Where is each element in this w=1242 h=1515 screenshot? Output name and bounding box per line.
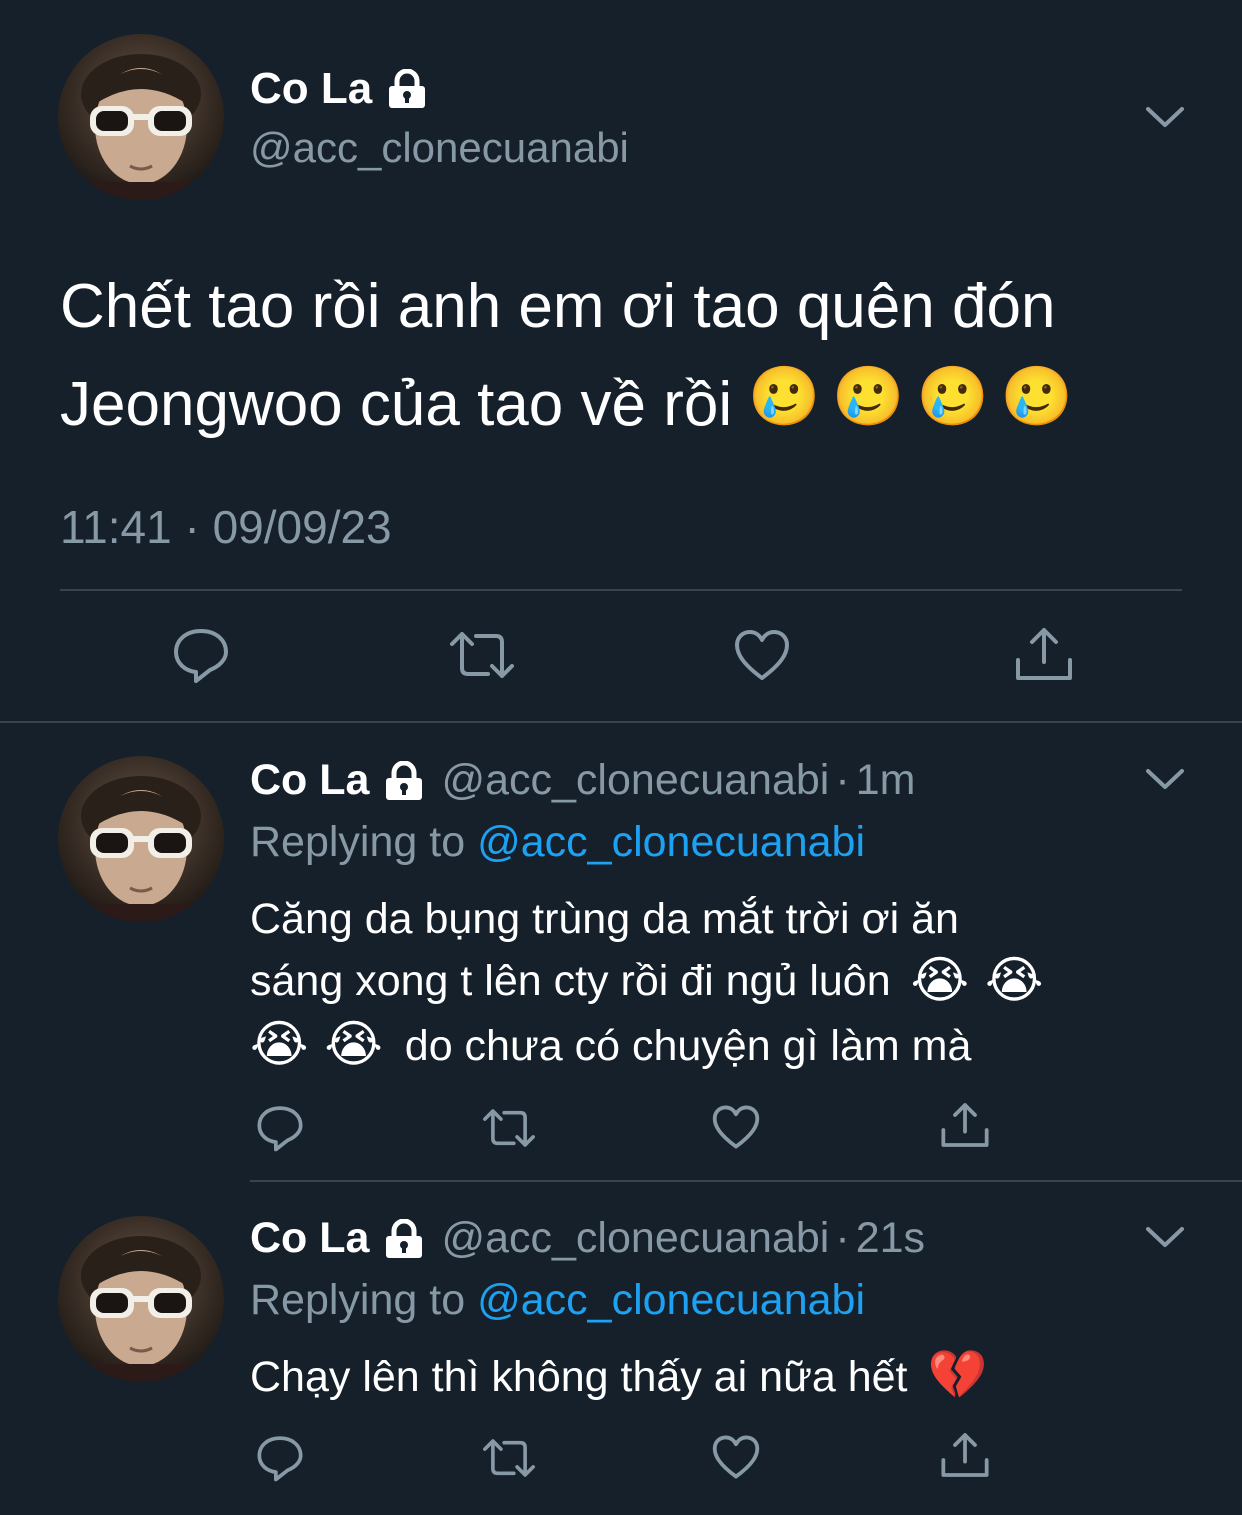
- tweet-text: Chết tao rồi anh em ơi tao quên đón Jeon…: [60, 258, 1180, 458]
- separator: ·: [835, 756, 850, 804]
- tweet-text-segment: Jeongwoo của tao về rồi: [60, 370, 733, 439]
- chevron-down-icon[interactable]: [1144, 766, 1186, 792]
- share-icon[interactable]: [940, 1430, 990, 1480]
- replying-prefix: Replying to: [250, 1276, 466, 1324]
- emoji: 😭: [324, 1016, 383, 1073]
- lock-icon: [383, 1218, 425, 1259]
- display-name[interactable]: Co La: [250, 64, 372, 114]
- emoji: 💔: [927, 1348, 988, 1402]
- reply-header: Co La @acc_clonecuanabi · 21s: [250, 1214, 925, 1263]
- chevron-down-icon[interactable]: [1144, 104, 1186, 130]
- retweet-icon[interactable]: [480, 1106, 538, 1150]
- replying-to: Replying to @acc_clonecuanabi: [250, 1276, 865, 1325]
- retweet-icon[interactable]: [446, 628, 518, 682]
- tweet-timestamp[interactable]: 11:41 · 09/09/23: [60, 500, 392, 554]
- emoji: 😭: [250, 1016, 309, 1073]
- display-name[interactable]: Co La: [250, 756, 369, 805]
- emoji: 🥲: [748, 363, 821, 429]
- divider: [250, 1180, 1242, 1182]
- mention-link[interactable]: @acc_clonecuanabi: [477, 818, 865, 866]
- heart-icon[interactable]: [711, 1434, 761, 1480]
- emoji: 🥲: [916, 363, 989, 429]
- reply-text: Chạy lên thì không thấy ai nữa hết 💔: [250, 1346, 1180, 1411]
- emoji: 😭: [910, 951, 970, 1008]
- avatar[interactable]: [58, 34, 224, 200]
- tweet-text-line: Jeongwoo của tao về rồi 🥲 🥲 🥲 🥲: [60, 356, 1180, 458]
- replying-to: Replying to @acc_clonecuanabi: [250, 818, 865, 867]
- reply-text-segment: Chạy lên thì không thấy ai nữa hết: [250, 1353, 908, 1401]
- author-handle[interactable]: @acc_clonecuanabi: [441, 756, 829, 805]
- reply-text-line: 😭 😭 do chưa có chuyện gì làm mà: [250, 1015, 1180, 1080]
- reply-icon[interactable]: [172, 626, 230, 684]
- reply-text-line: Căng da bụng trùng da mắt trời ơi ăn: [250, 895, 959, 943]
- avatar[interactable]: [58, 756, 224, 922]
- divider: [0, 721, 1242, 723]
- display-name[interactable]: Co La: [250, 1214, 369, 1263]
- emoji: 🥲: [1000, 363, 1073, 429]
- lock-icon: [386, 69, 428, 109]
- reply-time[interactable]: 1m: [856, 756, 916, 805]
- emoji: 😭: [984, 951, 1044, 1008]
- divider: [60, 589, 1182, 591]
- mention-link[interactable]: @acc_clonecuanabi: [477, 1276, 865, 1324]
- reply-header: Co La @acc_clonecuanabi · 1m: [250, 756, 915, 805]
- reply-text-line: Chạy lên thì không thấy ai nữa hết 💔: [250, 1346, 1180, 1411]
- tweet-text-line: Chết tao rồi anh em ơi tao quên đón: [60, 272, 1056, 341]
- separator: ·: [835, 1214, 850, 1262]
- reply-icon[interactable]: [256, 1104, 304, 1152]
- author-handle[interactable]: @acc_clonecuanabi: [250, 124, 629, 172]
- heart-icon[interactable]: [711, 1104, 761, 1150]
- reply-time[interactable]: 21s: [856, 1214, 925, 1263]
- chevron-down-icon[interactable]: [1144, 1224, 1186, 1250]
- share-icon[interactable]: [940, 1100, 990, 1150]
- reply-text-line: sáng xong t lên cty rồi đi ngủ luôn 😭 😭: [250, 950, 1180, 1015]
- reply-icon[interactable]: [256, 1434, 304, 1482]
- reply-text-segment: sáng xong t lên cty rồi đi ngủ luôn: [250, 957, 891, 1005]
- reply-text-segment: do chưa có chuyện gì làm mà: [404, 1021, 972, 1070]
- reply-text: Căng da bụng trùng da mắt trời ơi ăn sán…: [250, 888, 1180, 1079]
- emoji: 🥲: [832, 363, 905, 429]
- author-handle[interactable]: @acc_clonecuanabi: [441, 1214, 829, 1263]
- retweet-icon[interactable]: [480, 1436, 538, 1480]
- replying-prefix: Replying to: [250, 818, 466, 866]
- heart-icon[interactable]: [733, 628, 791, 682]
- share-icon[interactable]: [1014, 624, 1074, 684]
- author-name-row[interactable]: Co La: [250, 64, 428, 114]
- lock-icon: [383, 760, 425, 801]
- avatar[interactable]: [58, 1216, 224, 1382]
